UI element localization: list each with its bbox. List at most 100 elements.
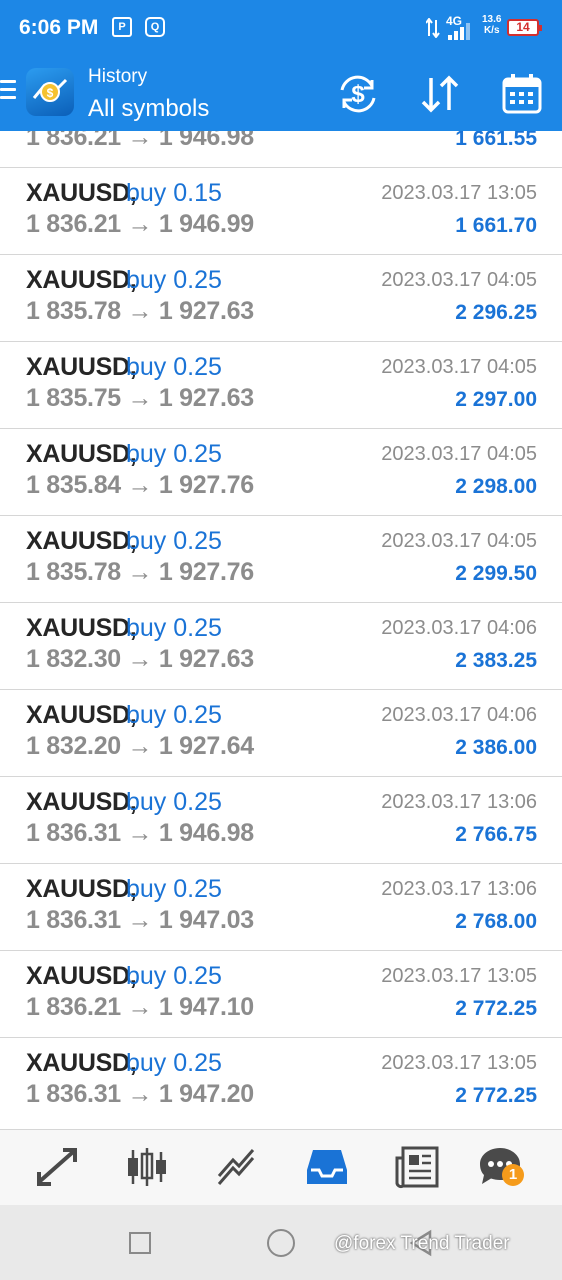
list-item[interactable]: XAUUSD, buy 0.25 1 835.84 → 1 927.76 202…	[0, 429, 562, 516]
deal-symbol: XAUUSD,	[26, 266, 137, 294]
deal-symbol: XAUUSD,	[26, 875, 137, 903]
bottom-navigation	[0, 1129, 562, 1205]
svg-text:$: $	[47, 86, 54, 100]
deals-list[interactable]: 1 836.21 → 1 946.98 1 661.55 XAUUSD, buy…	[0, 131, 562, 1129]
deal-time: 2023.03.17 04:05	[381, 443, 537, 465]
deal-side: buy 0.25	[126, 440, 222, 468]
deal-prices: 1 836.31 → 1 947.20	[26, 1080, 254, 1108]
deal-profit: 2 296.25	[455, 301, 537, 324]
deal-profit: 2 768.00	[455, 910, 537, 933]
menu-icon[interactable]	[0, 80, 16, 104]
deal-time: 2023.03.17 04:05	[381, 530, 537, 552]
deal-prices: 1 835.78 → 1 927.63	[26, 297, 254, 325]
deal-symbol: XAUUSD,	[26, 353, 137, 381]
list-item[interactable]: XAUUSD, buy 0.25 1 835.75 → 1 927.63 202…	[0, 342, 562, 429]
list-item[interactable]: XAUUSD, buy 0.25 1 836.31 → 1 947.03 202…	[0, 864, 562, 951]
deal-profit: 2 297.00	[455, 388, 537, 411]
deal-profit: 1 661.55	[455, 131, 537, 150]
deal-prices: 1 836.21 → 1 946.98	[26, 131, 254, 151]
trade-icon[interactable]	[213, 1144, 261, 1190]
deal-prices: 1 835.75 → 1 927.63	[26, 384, 254, 412]
list-item[interactable]: 1 836.21 → 1 946.98 1 661.55	[0, 131, 562, 168]
recents-button[interactable]	[129, 1232, 151, 1254]
deal-side: buy 0.25	[126, 962, 222, 990]
deal-time: 2023.03.17 04:06	[381, 704, 537, 726]
list-item[interactable]: XAUUSD, buy 0.25 1 836.31 → 1 947.20 202…	[0, 1038, 562, 1125]
deal-prices: 1 836.31 → 1 947.03	[26, 906, 254, 934]
deal-profit: 2 772.25	[455, 997, 537, 1020]
history-icon[interactable]	[303, 1144, 351, 1190]
deal-symbol: XAUUSD,	[26, 614, 137, 642]
deal-side: buy 0.25	[126, 875, 222, 903]
deal-prices: 1 836.21 → 1 946.99	[26, 210, 254, 238]
deal-profit: 1 661.70	[455, 214, 537, 237]
deal-profit: 2 386.00	[455, 736, 537, 759]
deal-time: 2023.03.17 13:05	[381, 965, 537, 987]
list-item[interactable]: XAUUSD, buy 0.25 1 835.78 → 1 927.63 202…	[0, 255, 562, 342]
deal-time: 2023.03.17 04:05	[381, 356, 537, 378]
deal-symbol: XAUUSD,	[26, 1049, 137, 1077]
deal-profit: 2 772.25	[455, 1084, 537, 1107]
deal-symbol: XAUUSD,	[26, 962, 137, 990]
logo-icon: $	[32, 78, 68, 102]
deal-time: 2023.03.17 13:05	[381, 1052, 537, 1074]
list-item[interactable]: XAUUSD, buy 0.25 1 835.78 → 1 927.76 202…	[0, 516, 562, 603]
svg-text:$: $	[351, 81, 365, 108]
deal-prices: 1 832.30 → 1 927.63	[26, 645, 254, 673]
deal-symbol: XAUUSD,	[26, 788, 137, 816]
quotes-icon[interactable]	[33, 1144, 81, 1190]
currency-exchange-icon[interactable]: $	[336, 72, 380, 116]
deal-prices: 1 832.20 → 1 927.64	[26, 732, 254, 760]
speed-unit: K/s	[483, 25, 500, 36]
deal-symbol: XAUUSD,	[26, 701, 137, 729]
chart-icon[interactable]	[123, 1144, 171, 1190]
deal-side: buy 0.25	[126, 527, 222, 555]
list-item[interactable]: XAUUSD, buy 0.25 1 832.30 → 1 927.63 202…	[0, 603, 562, 690]
deal-prices: 1 836.21 → 1 947.10	[26, 993, 254, 1021]
data-arrows-icon	[426, 18, 440, 38]
deal-symbol: XAUUSD,	[26, 440, 137, 468]
deal-time: 2023.03.17 04:05	[381, 269, 537, 291]
symbol-filter[interactable]: All symbols	[88, 95, 209, 123]
deal-side: buy 0.25	[126, 1049, 222, 1077]
list-item[interactable]: XAUUSD, buy 0.25 1 832.20 → 1 927.64 202…	[0, 690, 562, 777]
battery-icon: 14	[507, 19, 542, 36]
deal-side: buy 0.25	[126, 614, 222, 642]
deal-symbol: XAUUSD,	[26, 179, 137, 207]
app-logo: $	[26, 68, 74, 116]
chat-badge: 1	[502, 1164, 524, 1186]
list-item[interactable]: XAUUSD, buy 0.25 1 836.21 → 1 947.10 202…	[0, 951, 562, 1038]
deal-prices: 1 835.84 → 1 927.76	[26, 471, 254, 499]
list-item[interactable]: XAUUSD, buy 0.15 1 836.21 → 1 946.99 202…	[0, 168, 562, 255]
status-time: 6:06 PM	[19, 16, 99, 39]
top-bar: 6:06 PM P Q 4G 13.6 K/s 14 $ History All…	[0, 0, 562, 131]
signal-icon	[448, 23, 470, 40]
deal-time: 2023.03.17 13:06	[381, 791, 537, 813]
notification-app-icon-2: Q	[145, 17, 165, 37]
deal-side: buy 0.15	[126, 179, 222, 207]
deal-profit: 2 766.75	[455, 823, 537, 846]
notification-app-icon: P	[112, 17, 132, 37]
deal-profit: 2 298.00	[455, 475, 537, 498]
speed-value: 13.6	[482, 14, 502, 25]
deal-side: buy 0.25	[126, 353, 222, 381]
page-title: History	[88, 66, 148, 87]
calendar-icon[interactable]	[500, 72, 544, 116]
deal-profit: 2 299.50	[455, 562, 537, 585]
list-item[interactable]: XAUUSD, buy 0.25 1 836.31 → 1 946.98 202…	[0, 777, 562, 864]
deal-prices: 1 836.31 → 1 946.98	[26, 819, 254, 847]
deal-time: 2023.03.17 13:06	[381, 878, 537, 900]
deal-prices: 1 835.78 → 1 927.76	[26, 558, 254, 586]
status-bar: 6:06 PM P Q 4G 13.6 K/s 14	[0, 0, 562, 56]
deal-profit: 2 383.25	[455, 649, 537, 672]
deal-time: 2023.03.17 04:06	[381, 617, 537, 639]
news-icon[interactable]	[393, 1144, 441, 1190]
deal-side: buy 0.25	[126, 788, 222, 816]
home-button[interactable]	[267, 1229, 295, 1257]
deal-side: buy 0.25	[126, 266, 222, 294]
deal-symbol: XAUUSD,	[26, 527, 137, 555]
deal-side: buy 0.25	[126, 701, 222, 729]
watermark-text: @forex Trend Trader	[334, 1233, 510, 1254]
network-speed: 13.6 K/s	[482, 14, 501, 36]
sort-icon[interactable]	[418, 72, 462, 116]
